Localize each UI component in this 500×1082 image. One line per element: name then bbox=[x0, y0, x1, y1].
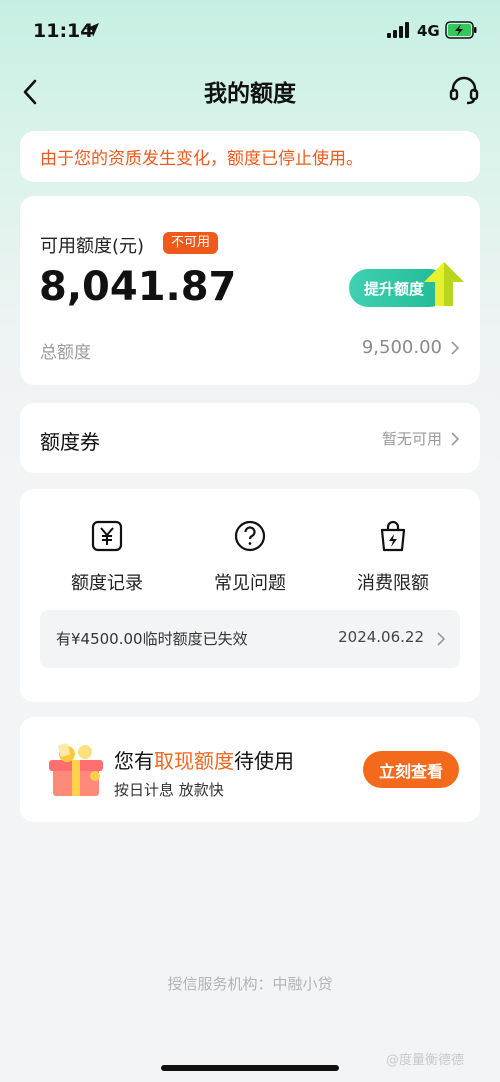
feature-faq[interactable]: 常见问题 bbox=[185, 519, 315, 595]
quota-coupon-row[interactable]: 额度券 暂无可用 bbox=[20, 403, 480, 473]
raise-quota-label: 提升额度 bbox=[363, 279, 424, 298]
bag-bolt-icon bbox=[380, 520, 406, 552]
warning-text: 由于您的资质发生变化，额度已停止使用。 bbox=[40, 149, 363, 169]
expired-quota-notice[interactable]: 有¥4500.00临时额度已失效 2024.06.22 bbox=[40, 610, 460, 668]
chevron-right-icon bbox=[451, 431, 460, 446]
promo-title-prefix: 您有 bbox=[114, 749, 154, 773]
nav-bar: 我的额度 bbox=[0, 64, 500, 114]
total-quota-link[interactable]: 9,500.00 bbox=[362, 337, 460, 358]
total-quota-value: 9,500.00 bbox=[361, 337, 442, 358]
feature-card: 额度记录 常见问题 消费限额 有¥4500.00临时额度已失效 2024.06.… bbox=[20, 489, 480, 702]
notice-text: 有¥4500.00临时额度已失效 bbox=[56, 630, 248, 648]
watermark: @度量衡德德 bbox=[386, 1053, 465, 1068]
gift-box-icon bbox=[49, 743, 103, 796]
question-icon bbox=[234, 520, 266, 552]
headset-icon[interactable] bbox=[448, 74, 480, 106]
quota-card: 可用额度(元) 不可用 8,041.87 提升额度 总额度 9,500.00 bbox=[20, 196, 480, 385]
feature-label: 消费限额 bbox=[357, 573, 429, 594]
coupon-title: 额度券 bbox=[40, 430, 100, 454]
status-bar: 11:14 4G bbox=[0, 0, 500, 62]
location-arrow-icon bbox=[85, 23, 99, 37]
status-badge: 不可用 bbox=[163, 232, 219, 254]
coupon-status-group: 暂无可用 bbox=[382, 428, 460, 449]
yuan-record-icon bbox=[91, 520, 123, 552]
page-title: 我的额度 bbox=[204, 81, 296, 107]
chevron-right-icon bbox=[437, 632, 446, 646]
promo-title-highlight: 取现额度 bbox=[154, 749, 234, 773]
promo-subtitle: 按日计息 放款快 bbox=[114, 781, 224, 799]
home-indicator[interactable] bbox=[161, 1065, 339, 1071]
total-quota-label: 总额度 bbox=[40, 343, 91, 363]
cash-quota-promo-card: 您有取现额度待使用 按日计息 放款快 立刻查看 bbox=[20, 717, 480, 822]
view-now-label: 立刻查看 bbox=[378, 761, 443, 781]
coupon-status: 暂无可用 bbox=[381, 430, 442, 448]
promo-title-suffix: 待使用 bbox=[234, 749, 294, 773]
up-arrow-icon bbox=[424, 262, 464, 306]
network-type: 4G bbox=[417, 22, 440, 40]
footer-institution: 授信服务机构：中融小贷 bbox=[167, 975, 333, 993]
chevron-right-icon bbox=[451, 340, 460, 355]
promo-title: 您有取现额度待使用 bbox=[114, 745, 294, 774]
feature-label: 常见问题 bbox=[214, 573, 286, 594]
view-now-button[interactable]: 立刻查看 bbox=[363, 751, 459, 788]
available-amount: 8,041.87 bbox=[39, 264, 237, 310]
battery-charging-icon bbox=[445, 21, 477, 39]
feature-label: 额度记录 bbox=[71, 573, 143, 594]
notice-date: 2024.06.22 bbox=[338, 628, 424, 646]
available-quota-label: 可用额度(元) bbox=[40, 236, 145, 257]
feature-quota-record[interactable]: 额度记录 bbox=[42, 519, 172, 595]
feature-spending-limit[interactable]: 消费限额 bbox=[328, 519, 458, 595]
cellular-signal-icon bbox=[387, 22, 409, 38]
warning-banner: 由于您的资质发生变化，额度已停止使用。 bbox=[20, 131, 480, 182]
